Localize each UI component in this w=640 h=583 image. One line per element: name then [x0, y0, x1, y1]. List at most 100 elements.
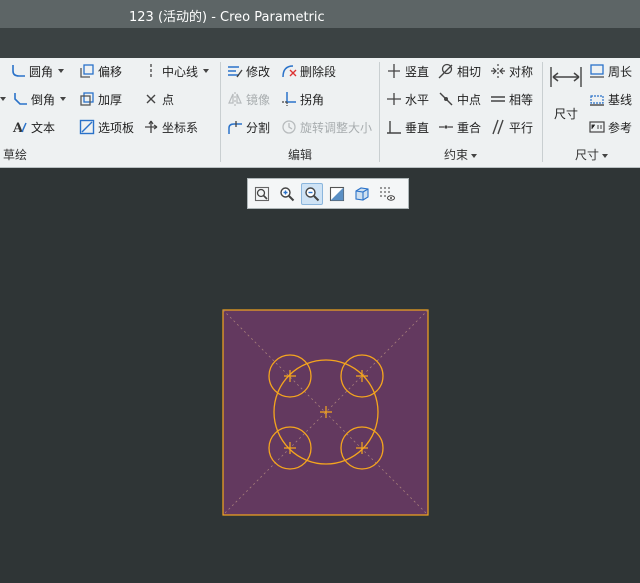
zoom-out-icon — [305, 186, 320, 201]
perpendicular-constraint-button[interactable]: 垂直 — [386, 116, 429, 138]
chamfer-icon — [14, 93, 27, 105]
coincident-constraint-button[interactable]: 重合 — [438, 116, 481, 138]
text-button[interactable]: A 文本 — [12, 116, 55, 138]
chamfer-button[interactable]: 倒角 — [0, 88, 67, 110]
perimeter-label: 周长 — [608, 64, 633, 79]
coordinate-system-button[interactable]: 坐标系 — [143, 116, 198, 138]
vertical-label: 竖直 — [405, 64, 430, 79]
corner-button[interactable]: 拐角 — [281, 88, 324, 110]
ribbon-tab-strip — [0, 28, 640, 58]
hole-circle-top-left[interactable] — [268, 354, 312, 398]
sketch-display-filter-button[interactable] — [376, 183, 398, 205]
display-style-icon — [329, 186, 345, 201]
hole-circle-bottom-left[interactable] — [268, 426, 312, 470]
rotate-resize-icon — [282, 120, 296, 134]
chevron-down-icon[interactable] — [203, 69, 210, 73]
divide-button[interactable]: 分割 — [227, 116, 270, 138]
offset-icon — [80, 64, 94, 78]
centerline-label: 中心线 — [162, 64, 199, 79]
sketch-region[interactable] — [222, 309, 429, 516]
chamfer-label: 倒角 — [31, 92, 56, 107]
equal-label: 相等 — [509, 92, 534, 107]
text-icon: A — [12, 121, 27, 135]
ribbon: 圆角 倒角 A 文本 偏移 加厚 选项板 中心线 点 坐标系 草绘 修改 删除段… — [0, 58, 640, 168]
fillet-label: 圆角 — [29, 64, 54, 79]
horizontal-label: 水平 — [405, 92, 430, 107]
center-circle[interactable] — [273, 359, 379, 465]
chevron-down-icon[interactable] — [58, 69, 65, 73]
tangent-icon — [438, 63, 453, 79]
parallel-constraint-button[interactable]: 平行 — [490, 116, 533, 138]
modify-icon — [228, 66, 243, 78]
construction-diagonals — [222, 309, 429, 516]
hole-circle-top-right[interactable] — [340, 354, 384, 398]
coordinate-system-icon — [145, 120, 158, 133]
thicken-button[interactable]: 加厚 — [79, 88, 122, 110]
constrain-group-label[interactable]: 约束 — [444, 146, 478, 163]
constrain-group: 竖直 相切 对称 水平 中点 相等 垂直 重合 平行 约束 — [380, 58, 542, 168]
delete-segment-icon — [282, 65, 297, 78]
dimension-button[interactable]: 尺寸 — [548, 64, 584, 124]
parallel-icon — [492, 119, 504, 135]
chevron-down-icon[interactable] — [60, 97, 67, 101]
parallel-label: 平行 — [509, 120, 534, 135]
sketch-display-filter-icon — [380, 186, 395, 201]
symmetric-constraint-button[interactable]: 对称 — [490, 60, 533, 82]
offset-button[interactable]: 偏移 — [79, 60, 122, 82]
constrain-group-label-text: 约束 — [444, 148, 469, 162]
zoom-in-button[interactable] — [276, 183, 298, 205]
tangent-label: 相切 — [457, 64, 482, 79]
dimension-label: 尺寸 — [553, 107, 578, 121]
refit-button[interactable] — [251, 183, 273, 205]
midpoint-icon — [439, 92, 453, 106]
fillet-icon — [12, 65, 25, 77]
vertical-constraint-button[interactable]: 竖直 — [386, 60, 429, 82]
coincident-label: 重合 — [457, 120, 482, 135]
reference-button[interactable]: 参考 — [589, 116, 632, 138]
midpoint-constraint-button[interactable]: 中点 — [438, 88, 481, 110]
center-marks — [284, 370, 368, 454]
palette-button[interactable]: 选项板 — [79, 116, 134, 138]
tangent-constraint-button[interactable]: 相切 — [438, 60, 481, 82]
equal-icon — [491, 96, 505, 102]
perimeter-button[interactable]: 周长 — [589, 60, 632, 82]
zoom-in-icon — [280, 186, 295, 201]
offset-label: 偏移 — [98, 64, 123, 79]
point-button[interactable]: 点 — [143, 88, 174, 110]
sketch-geometry — [268, 354, 384, 470]
baseline-button[interactable]: 基线 — [589, 88, 632, 110]
chevron-down-icon[interactable] — [0, 97, 6, 101]
refit-icon — [254, 186, 270, 201]
chevron-down-icon — [471, 153, 478, 158]
sketch-group: 圆角 倒角 A 文本 偏移 加厚 选项板 中心线 点 坐标系 草绘 — [0, 58, 220, 168]
dimension-group-label-text: 尺寸 — [575, 148, 600, 162]
saved-orientations-icon — [355, 186, 369, 201]
corner-icon — [282, 92, 296, 106]
centerline-button[interactable]: 中心线 — [143, 60, 210, 82]
horizontal-constraint-button[interactable]: 水平 — [386, 88, 429, 110]
display-style-button[interactable] — [326, 183, 348, 205]
palette-icon — [79, 119, 95, 135]
zoom-out-button[interactable] — [301, 182, 323, 205]
hole-circle-bottom-right[interactable] — [340, 426, 384, 470]
divide-label: 分割 — [246, 120, 271, 135]
equal-constraint-button[interactable]: 相等 — [490, 88, 533, 110]
delete-segment-button[interactable]: 删除段 — [281, 60, 336, 82]
dimension-group-label[interactable]: 尺寸 — [575, 146, 609, 163]
window-title: 123 (活动的) - Creo Parametric — [129, 10, 325, 25]
title-bar: 123 (活动的) - Creo Parametric — [0, 0, 640, 28]
rotate-resize-label: 旋转调整大小 — [300, 120, 373, 135]
edit-group: 修改 删除段 镜像 拐角 分割 旋转调整大小 编辑 — [221, 58, 379, 168]
svg-text:A: A — [12, 121, 24, 135]
delete-segment-label: 删除段 — [300, 64, 337, 79]
coincident-icon — [439, 125, 453, 129]
modify-button[interactable]: 修改 — [227, 60, 270, 82]
fillet-button[interactable]: 圆角 — [10, 60, 65, 82]
saved-orientations-button[interactable] — [351, 183, 373, 205]
divide-icon — [228, 121, 242, 134]
perpendicular-icon — [387, 121, 401, 134]
mirror-button[interactable]: 镜像 — [227, 88, 270, 110]
rotate-resize-button[interactable]: 旋转调整大小 — [281, 116, 372, 138]
reference-label: 参考 — [608, 120, 633, 135]
symmetric-icon — [491, 64, 505, 78]
